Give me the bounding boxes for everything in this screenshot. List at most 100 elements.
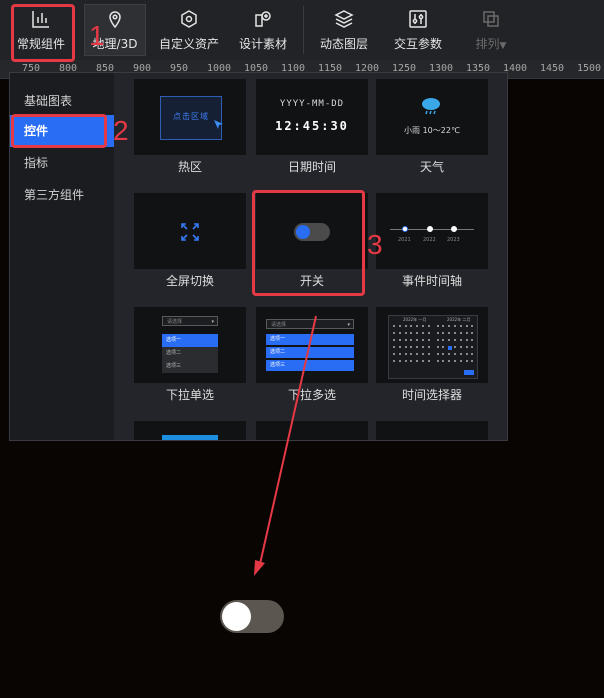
toolbar-dynamic-layers[interactable]: 动态图层 [314, 0, 374, 60]
component-card-dropdown-multi[interactable]: 请选择 ▾ 选项一 选项二 选项三 下拉多选 [256, 307, 368, 407]
dropdown-option: 选项一 [266, 334, 354, 345]
calendar-day [471, 360, 474, 362]
calendar-day [398, 339, 401, 341]
datetime-preview: YYYY-MM-DD 12:45:30 [256, 79, 368, 155]
calendar-day [427, 353, 430, 355]
calendar-day [422, 360, 424, 362]
card-caption: 日期时间 [287, 160, 336, 174]
calendar-day [416, 360, 419, 362]
toolbar-label: 排列▼ [475, 36, 507, 51]
calendar-confirm [464, 370, 474, 375]
calendar-day [459, 339, 462, 341]
calendar-day [410, 346, 413, 348]
card-caption: 全屏切换 [165, 274, 214, 288]
toolbar-design-materials[interactable]: 设计素材 [234, 0, 292, 60]
timeline-preview: 2021 2022 2023 [376, 193, 488, 269]
calendar-day [410, 360, 413, 362]
toolbar-label: 交互参数 [393, 36, 442, 51]
component-card-hotspot[interactable]: 点击区域 热区 [134, 79, 246, 179]
calendar-day [448, 360, 451, 362]
component-card-weather[interactable]: 小雨 10～22℃ 天气 [376, 79, 488, 179]
calendar-day [442, 325, 445, 327]
dropdown-placeholder: 请选择 [271, 322, 287, 328]
card-caption: 事件时间轴 [401, 274, 462, 288]
calendar-day [448, 353, 451, 355]
time-picker-preview: 2022年 一月 2022年 二月 [376, 307, 488, 383]
calendar-day [459, 325, 462, 327]
category-basic-charts[interactable]: 基础图表 [10, 85, 114, 117]
component-card-partial[interactable] [134, 421, 246, 440]
component-card-dropdown-single[interactable]: 请选择 ▾ 选项一 选项二 选项三 下拉单选 [134, 307, 246, 407]
calendar-day [410, 332, 413, 334]
component-card-fullscreen[interactable]: 全屏切换 [134, 193, 246, 293]
annotation-number-2: 2 [113, 115, 129, 146]
timeline-year: 2023 [447, 237, 460, 243]
ruler-tick: 1450 [540, 63, 565, 74]
caret-down-icon: ▾ [211, 319, 214, 325]
toolbar-label: 自定义资产 [158, 36, 219, 51]
calendar-day [404, 339, 407, 341]
hotspot-preview: 点击区域 [134, 79, 246, 155]
annotation-number-1: 1 [89, 20, 105, 51]
calendar-day [398, 332, 401, 334]
calendar-day [459, 332, 462, 334]
calendar-day [416, 325, 419, 327]
dropdown-single-select: 请选择 ▾ [162, 316, 218, 326]
calendar-day [471, 332, 474, 334]
calendar-day [465, 346, 468, 348]
toolbar-custom-assets[interactable]: 自定义资产 [154, 0, 224, 60]
calendar-day [427, 325, 430, 327]
calendar-day [442, 346, 445, 348]
dropdown-multi-preview: 请选择 ▾ 选项一 选项二 选项三 [256, 307, 368, 383]
category-third-party[interactable]: 第三方组件 [10, 179, 114, 211]
calendar-day [398, 360, 401, 362]
calendar-day [442, 353, 445, 355]
calendar-day [422, 339, 424, 341]
weather-preview-text: 小雨 10～22℃ [404, 126, 460, 135]
calendar-day [410, 339, 413, 341]
component-card-partial[interactable] [376, 421, 488, 440]
calendar-day [398, 346, 401, 348]
map-pin-icon [109, 10, 121, 28]
dropdown-multi-select: 请选择 ▾ [266, 319, 354, 329]
calendar-day [422, 346, 424, 348]
calendar-day [436, 353, 439, 355]
canvas-switch[interactable] [220, 600, 284, 633]
toolbar-interaction-params[interactable]: 交互参数 [388, 0, 448, 60]
calendar-day [416, 332, 419, 334]
calendar-day [454, 353, 456, 355]
toolbar-arrange[interactable]: 排列▼ [466, 0, 516, 60]
fullscreen-preview [134, 193, 246, 269]
category-indicators[interactable]: 指标 [10, 147, 114, 179]
calendar-day [465, 339, 468, 341]
annotation-box-2 [11, 114, 107, 148]
component-card-timeline[interactable]: 2021 2022 2023 事件时间轴 [376, 193, 488, 293]
calendar-day [393, 332, 395, 334]
ruler-tick: 1500 [577, 63, 602, 74]
toolbar-divider [303, 6, 304, 54]
calendar-day [427, 332, 430, 334]
dropdown-single-preview: 请选择 ▾ 选项一 选项二 选项三 [134, 307, 246, 383]
dropdown-placeholder: 请选择 [167, 319, 183, 325]
calendar-day [422, 353, 424, 355]
calendar-day [404, 332, 407, 334]
timeline-year: 2022 [423, 237, 436, 243]
material-icon [255, 10, 271, 27]
calendar-day [448, 325, 451, 327]
component-card-partial[interactable] [256, 421, 368, 440]
calendar-day [448, 339, 451, 341]
calendar-day [422, 332, 424, 334]
component-card-datetime[interactable]: YYYY-MM-DD 12:45:30 日期时间 [256, 79, 368, 179]
calendar-day [454, 346, 456, 348]
rain-cloud-icon [422, 98, 440, 115]
calendar-day [436, 339, 439, 341]
datetime-preview-time: 12:45:30 [275, 119, 349, 133]
calendar-day [404, 360, 407, 362]
calendar-day [404, 346, 407, 348]
calendar-day [471, 339, 474, 341]
canvas-switch-knob [222, 602, 251, 631]
annotation-number-3: 3 [367, 229, 383, 260]
expand-icon [181, 223, 199, 241]
component-card-time-picker[interactable]: 2022年 一月 2022年 二月 时间选择器 [376, 307, 488, 407]
calendar-day [398, 325, 401, 327]
